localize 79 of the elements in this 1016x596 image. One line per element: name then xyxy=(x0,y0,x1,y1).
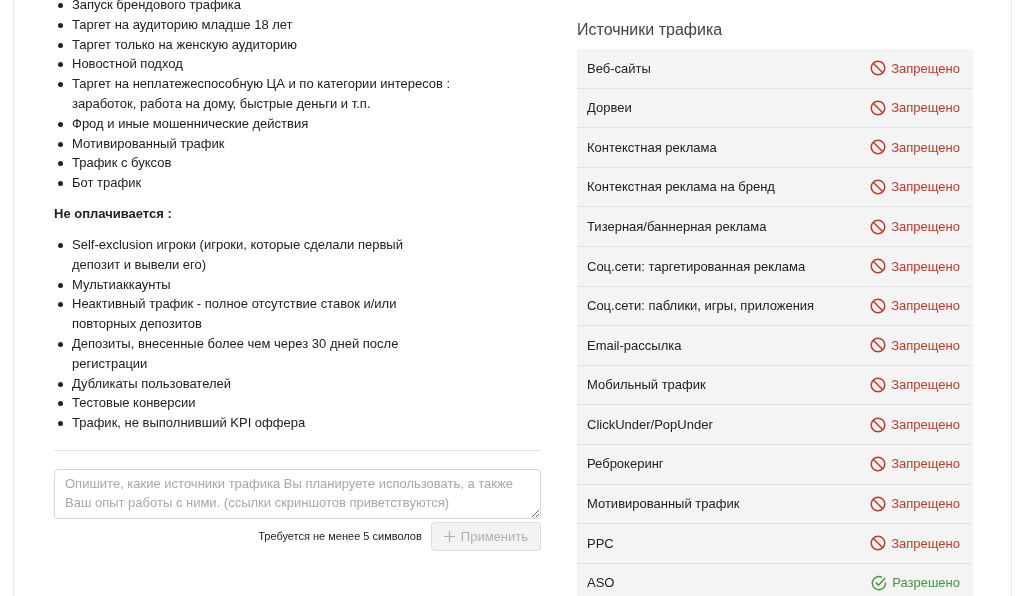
bullet-icon xyxy=(58,141,63,147)
source-name: Соц.сети: паблики, игры, приложения xyxy=(587,297,815,316)
status-text: Запрещено xyxy=(891,297,960,316)
status-text: Запрещено xyxy=(891,376,960,395)
hint-text: Требуется не менее 5 символов xyxy=(258,529,422,545)
source-name: PPC xyxy=(587,534,614,553)
status-text: Запрещено xyxy=(891,534,960,553)
list-item-text: Фрод и иные мошеннические действия xyxy=(72,114,309,133)
prohibited-icon xyxy=(870,337,887,354)
status-text: Запрещено xyxy=(891,178,960,197)
status-text: Запрещено xyxy=(891,415,960,434)
list-item-text: Депозиты, внесенные более чем через 30 дней после регистрации xyxy=(72,334,400,373)
source-name: Соц.сети: таргетированная реклама xyxy=(587,257,806,276)
source-name: Дорвеи xyxy=(587,99,632,118)
section-heading: Не оплачивается : xyxy=(54,204,173,223)
source-name: ASO xyxy=(587,574,615,593)
prohibited-icon xyxy=(870,495,887,512)
list-item-text: Трафик с буксов xyxy=(72,154,172,173)
prohibited-icon xyxy=(870,416,887,433)
source-name: ClickUnder/PopUnder xyxy=(587,415,713,434)
status-text: Запрещено xyxy=(891,217,960,236)
comment-field[interactable]: Опишите, какие источники трафика Вы планируете использовать, а также Ваш опыт работы с ними. (ссылки скриншотов приветствуются) xyxy=(54,468,541,519)
list-item-text: Трафик, не выполнивший KPI оффера xyxy=(72,414,306,433)
bullet-icon xyxy=(58,181,63,187)
list-item-text: Таргет только на женскую аудиторию xyxy=(72,35,298,54)
source-name: Контекстная реклама xyxy=(587,138,717,157)
list-item-text: Неактивный трафик - полное отсутствие ставок и/или повторных депозитов xyxy=(72,295,398,334)
list-item-text: Таргет на аудиторию младше 18 лет xyxy=(72,15,293,34)
status-text: Запрещено xyxy=(891,138,960,157)
bullet-icon xyxy=(58,282,63,288)
status-text: Запрещено xyxy=(891,59,960,78)
list-item-text: Бот трафик xyxy=(72,174,142,193)
bullet-icon xyxy=(58,401,63,407)
list-item-text: Новостной подход xyxy=(72,55,183,74)
check-circle-icon xyxy=(871,575,888,591)
list-item-text: Запуск брендового трафика xyxy=(72,0,242,14)
prohibited-icon xyxy=(870,297,887,314)
bullet-icon xyxy=(58,341,63,347)
source-name: Email-рассылка xyxy=(587,336,682,355)
source-name: Веб-сайты xyxy=(587,59,651,78)
source-name: Мобильный трафик xyxy=(587,376,706,395)
bullet-icon xyxy=(58,161,63,167)
prohibited-icon xyxy=(870,258,887,275)
plus-icon xyxy=(443,530,455,542)
status-text: Разрешено xyxy=(892,574,960,593)
status-text: Запрещено xyxy=(891,455,960,474)
status-text: Запрещено xyxy=(891,495,960,514)
list-item-text: Таргет на неплатежеспособную ЦА и по категории интересов : заработок, работа на дому, быстрые деньги и т.п. xyxy=(72,75,452,113)
prohibited-icon xyxy=(870,218,887,235)
bullet-icon xyxy=(58,3,63,8)
list-item-text: Дубликаты пользователей xyxy=(72,374,232,393)
bullet-icon xyxy=(58,242,63,248)
bullet-icon xyxy=(58,82,63,88)
bullet-icon xyxy=(58,42,63,48)
prohibited-icon xyxy=(870,139,887,156)
prohibited-icon xyxy=(870,60,887,77)
bullet-icon xyxy=(58,22,63,28)
bullet-icon xyxy=(58,381,63,387)
bullet-icon xyxy=(58,62,63,68)
status-text: Запрещено xyxy=(891,336,960,355)
bullet-icon xyxy=(58,121,63,127)
bullet-icon xyxy=(58,302,63,308)
section-title: Источники трафика xyxy=(577,20,724,40)
source-name: Тизерная/баннерная реклама xyxy=(587,217,767,236)
source-name: Реброкеринг xyxy=(587,455,664,474)
prohibited-icon xyxy=(870,377,887,394)
source-name: Контекстная реклама на бренд xyxy=(587,178,775,197)
list-item-text: Мультиаккаунты xyxy=(72,275,171,294)
status-text: Запрещено xyxy=(891,99,960,118)
bullet-icon xyxy=(58,421,63,427)
source-name: Мотивированный трафик xyxy=(587,495,740,514)
list-item-text: Self-exclusion игроки (игроки, которые сделали первый депозит и вывели его) xyxy=(72,235,404,274)
list-item-text: Мотивированный трафик xyxy=(72,134,225,153)
prohibited-icon xyxy=(870,535,887,552)
prohibited-icon xyxy=(870,99,887,116)
status-text: Запрещено xyxy=(891,257,960,276)
list-item-text: Тестовые конверсии xyxy=(72,394,196,413)
prohibited-icon xyxy=(870,179,887,196)
prohibited-icon xyxy=(870,456,887,473)
